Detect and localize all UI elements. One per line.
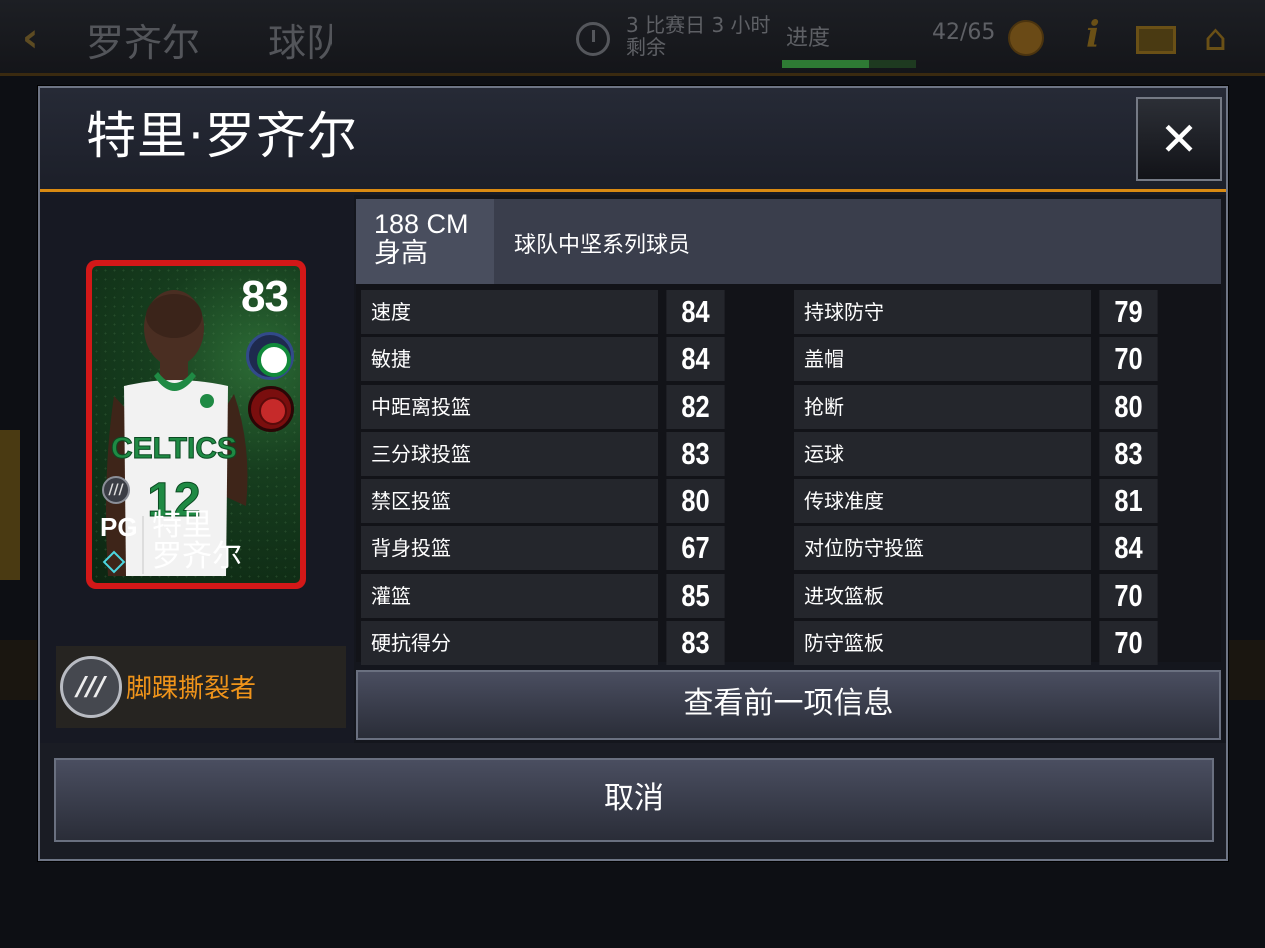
- jersey-text: CELTICS: [111, 432, 237, 465]
- basketball-badge-icon: [248, 386, 294, 432]
- mail-icon[interactable]: [1136, 26, 1176, 54]
- card-panel: CELTICS 12 83 /// PG 特里 罗齐尔 /// 脚踝撕裂者: [40, 195, 354, 743]
- stat-name: 持球防守: [794, 290, 1091, 334]
- celtics-logo-icon: [246, 332, 294, 380]
- stat-value: 84: [666, 290, 725, 334]
- home-icon[interactable]: ⌂: [1204, 18, 1227, 59]
- stat-value: 83: [1099, 431, 1158, 476]
- stat-name: 抢断: [794, 384, 1091, 429]
- ability-badge[interactable]: /// 脚踝撕裂者: [56, 646, 346, 728]
- top-bar: ‹ 罗齐尔 球队 3 比赛日 3 小时 剩余 进度 42/65 i ⌂: [0, 0, 1265, 76]
- player-detail-modal: 特里·罗齐尔 ✕ CELTICS 12 83 /// PG 特里 罗齐尔 ///…: [38, 86, 1228, 861]
- claw-icon: ///: [60, 656, 122, 718]
- stat-value: 81: [1099, 479, 1158, 524]
- stat-name: 三分球投篮: [361, 431, 658, 476]
- stat-name: 灌篮: [361, 573, 658, 618]
- stat-name: 禁区投篮: [361, 479, 658, 524]
- stats-table: 速度 84 敏捷 84 中距离投篮 82 三分球投篮 83 禁区投篮 80 背身投篮 67 灌篮 85 硬抗…: [356, 284, 1221, 666]
- stat-value: 70: [1099, 621, 1158, 666]
- claw-icon: ///: [102, 476, 130, 504]
- progress-fill: [782, 60, 869, 68]
- height-box: 188 CM 身高: [356, 199, 494, 284]
- stat-value: 70: [1099, 337, 1158, 382]
- modal-body: CELTICS 12 83 /// PG 特里 罗齐尔 /// 脚踝撕裂者 18…: [40, 195, 1226, 743]
- stat-name: 进攻篮板: [794, 573, 1091, 618]
- stat-value: 84: [1099, 526, 1158, 571]
- info-icon[interactable]: i: [1086, 14, 1100, 56]
- basketball-icon[interactable]: [1008, 20, 1044, 56]
- card-divider: [142, 516, 144, 574]
- stat-name: 背身投篮: [361, 526, 658, 571]
- bg-side-panel: [0, 430, 20, 580]
- stat-value: 80: [1099, 384, 1158, 429]
- card-name-line2: 罗齐尔: [152, 539, 242, 574]
- player-card[interactable]: CELTICS 12 83 /// PG 特里 罗齐尔: [86, 260, 306, 589]
- info-bar: 188 CM 身高 球队中坚系列球员: [356, 199, 1221, 284]
- stat-name: 防守篮板: [794, 621, 1091, 666]
- progress-label: 进度: [786, 26, 831, 51]
- bg-title-player: 罗齐尔: [86, 21, 201, 65]
- modal-header: 特里·罗齐尔 ✕: [40, 88, 1226, 192]
- progress-count: 42/65: [932, 20, 996, 45]
- stat-name: 速度: [361, 290, 658, 334]
- player-card-face: CELTICS 12 83 /// PG 特里 罗齐尔: [92, 266, 300, 583]
- timer-text-line1: 3 比赛日 3 小时: [626, 13, 771, 37]
- card-rating: 83: [241, 272, 289, 321]
- stat-value: 67: [666, 526, 725, 571]
- view-previous-button[interactable]: 查看前一项信息: [356, 670, 1221, 740]
- stat-value: 82: [666, 384, 725, 429]
- stat-name: 传球准度: [794, 479, 1091, 524]
- back-arrow-icon[interactable]: ‹: [22, 18, 38, 58]
- stat-value: 70: [1099, 573, 1158, 618]
- timer-text-line2: 剩余: [626, 35, 666, 59]
- ability-name: 脚踝撕裂者: [126, 674, 257, 704]
- modal-title: 特里·罗齐尔: [86, 107, 358, 165]
- series-label: 球队中坚系列球员: [514, 233, 691, 258]
- close-button[interactable]: ✕: [1136, 97, 1222, 181]
- bg-title-team: 球队: [268, 21, 332, 65]
- stat-value: 83: [666, 621, 725, 666]
- cancel-button[interactable]: 取消: [54, 758, 1214, 842]
- timer-text: 3 比赛日 3 小时 剩余: [626, 14, 771, 58]
- progress-bar: [782, 60, 916, 68]
- card-position: PG: [100, 512, 138, 542]
- stat-value: 83: [666, 431, 725, 476]
- stat-value: 79: [1099, 290, 1158, 334]
- stat-name: 中距离投篮: [361, 384, 658, 429]
- stat-name: 运球: [794, 431, 1091, 476]
- stat-name: 硬抗得分: [361, 621, 658, 666]
- card-name-line1: 特里: [152, 508, 212, 543]
- height-value: 188 CM: [374, 209, 469, 239]
- stat-value: 80: [666, 479, 725, 524]
- stat-name: 敏捷: [361, 337, 658, 382]
- timer-icon: [576, 22, 610, 56]
- card-player-name: 特里 罗齐尔: [152, 510, 300, 572]
- stat-name: 对位防守投篮: [794, 526, 1091, 571]
- height-label: 身高: [374, 238, 428, 269]
- stat-value: 84: [666, 337, 725, 382]
- stat-name: 盖帽: [794, 337, 1091, 382]
- stat-value: 85: [666, 573, 725, 618]
